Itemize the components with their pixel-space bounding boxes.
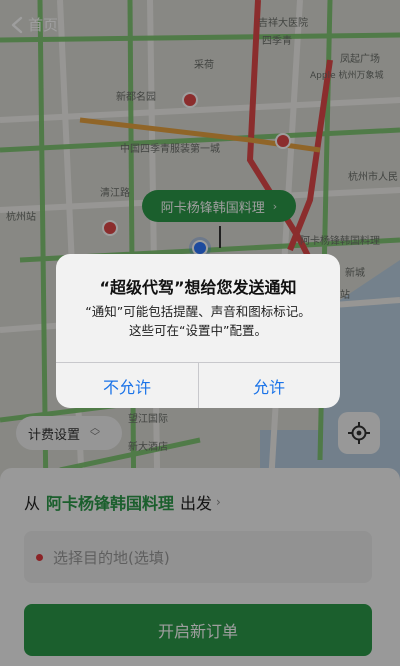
alert-message-line: “通知”可能包括提醒、声音和图标标记。 (85, 304, 311, 319)
allow-button[interactable]: 允许 (198, 363, 340, 408)
deny-button[interactable]: 不允许 (56, 363, 198, 408)
alert-message: “通知”可能包括提醒、声音和图标标记。 这些可在“设置中”配置。 (74, 302, 322, 340)
notification-permission-alert: “超级代驾”想给您发送通知 “通知”可能包括提醒、声音和图标标记。 这些可在“设… (56, 254, 340, 408)
alert-message-line: 这些可在“设置中”配置。 (129, 323, 267, 338)
alert-title: “超级代驾”想给您发送通知 (99, 278, 297, 297)
